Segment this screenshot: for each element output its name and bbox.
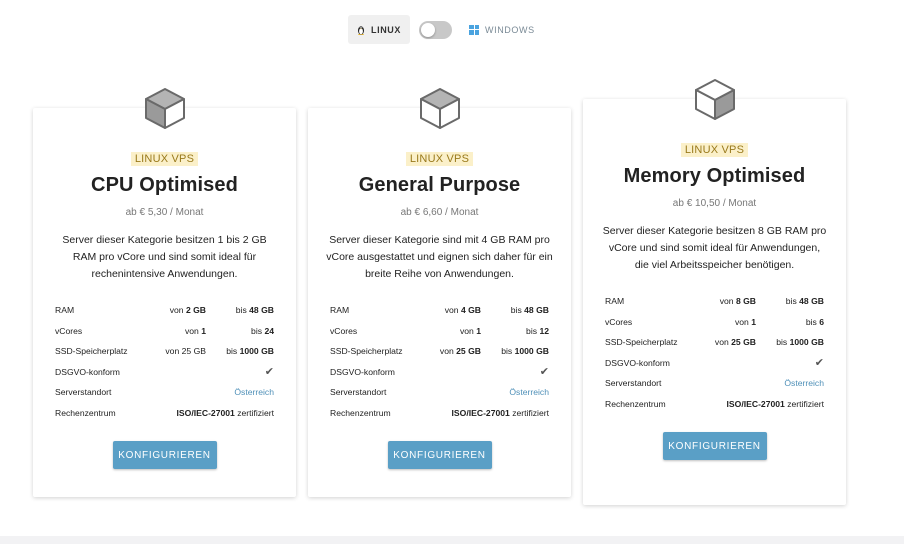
checkmark-icon: ✔ [264,366,274,379]
location-link[interactable]: Österreich [234,387,274,397]
plan-description: Server dieser Kategorie sind mit 4 GB RA… [326,234,553,280]
spec-from: von 1 [734,316,756,327]
spec-to: bis 1000 GB [776,337,824,348]
location-link[interactable]: Österreich [784,378,824,388]
spec-label: RAM [605,296,625,307]
spec-to: bis 1000 GB [226,346,274,357]
linux-label: LINUX [371,24,401,35]
spec-table: RAM von 4 GB bis 48 GB vCores von 1 bis … [330,300,549,423]
plan-card-cpu-optimised: LINUX VPS CPU Optimised ab € 5,30 / Mona… [33,88,296,497]
configure-button[interactable]: KONFIGURIEREN [112,441,217,469]
spec-from: von 25 GB [439,346,481,357]
plan-description: Server dieser Kategorie besitzen 8 GB RA… [602,225,827,271]
spec-label: vCores [55,325,83,336]
spec-row-ram: RAM von 4 GB bis 48 GB [330,300,549,321]
checkmark-icon: ✔ [539,366,549,379]
datacenter-value: ISO/IEC-27001 zertifiziert [451,407,549,418]
spec-to: bis 24 [251,325,274,336]
datacenter-value: ISO/IEC-27001 zertifiziert [726,398,824,409]
spec-row-datacenter: Rechenzentrum ISO/IEC-27001 zertifiziert [605,394,824,415]
linux-tux-icon [358,25,364,35]
datacenter-value: ISO/IEC-27001 zertifiziert [176,407,274,418]
plan-card-general-purpose: LINUX VPS General Purpose ab € 6,60 / Mo… [308,88,571,497]
plan-badge: LINUX VPS [130,152,199,166]
spec-label: Rechenzentrum [605,398,666,409]
spec-label: SSD-Speicherplatz [605,337,678,348]
spec-row-datacenter: Rechenzentrum ISO/IEC-27001 zertifiziert [55,403,274,424]
spec-row-vcores: vCores von 1 bis 24 [55,321,274,342]
spec-from: von 4 GB [444,305,481,316]
cube-icon [419,88,460,129]
spec-label: Serverstandort [605,378,662,389]
spec-row-vcores: vCores von 1 bis 6 [605,312,824,333]
plan-title: CPU Optimised [91,174,238,196]
spec-label: DSGVO-konform [330,366,395,377]
spec-from: von 25 GB [165,346,206,357]
cube-icon [144,88,185,129]
spec-from: von 8 GB [719,296,756,307]
plan-price: ab € 5,30 / Monat [125,207,204,218]
spec-to: bis 48 GB [785,296,824,307]
spec-row-location: Serverstandort Österreich [330,382,549,403]
spec-table: RAM von 2 GB bis 48 GB vCores von 1 bis … [55,300,274,423]
configure-button[interactable]: KONFIGURIEREN [387,441,492,469]
plan-badge: LINUX VPS [405,152,474,166]
os-option-linux[interactable]: LINUX [348,15,410,44]
spec-to: bis 1000 GB [501,346,549,357]
plan-badge: LINUX VPS [680,143,749,157]
spec-from: von 1 [459,325,481,336]
spec-row-vcores: vCores von 1 bis 12 [330,321,549,342]
spec-row-ssd: SSD-Speicherplatz von 25 GB bis 1000 GB [55,341,274,362]
spec-label: vCores [605,316,633,327]
spec-row-dsgvo: DSGVO-konform ✔ [55,362,274,383]
spec-table: RAM von 8 GB bis 48 GB vCores von 1 bis … [605,291,824,414]
spec-label: Rechenzentrum [55,407,116,418]
spec-label: RAM [55,305,75,316]
spec-to: bis 12 [526,325,549,336]
spec-row-datacenter: Rechenzentrum ISO/IEC-27001 zertifiziert [330,403,549,424]
checkmark-icon: ✔ [814,357,824,370]
plan-price: ab € 6,60 / Monat [400,207,479,218]
spec-label: RAM [330,305,350,316]
spec-row-location: Serverstandort Österreich [605,373,824,394]
spec-row-ram: RAM von 8 GB bis 48 GB [605,291,824,312]
os-option-windows[interactable]: WINDOWS [460,15,544,44]
plan-description: Server dieser Kategorie besitzen 1 bis 2… [62,234,267,280]
spec-row-ssd: SSD-Speicherplatz von 25 GB bis 1000 GB [330,341,549,362]
spec-to: bis 48 GB [510,305,549,316]
spec-label: vCores [330,325,358,336]
page-footer-band [0,536,904,544]
cube-icon [694,79,735,120]
spec-label: DSGVO-konform [55,366,120,377]
configure-button[interactable]: KONFIGURIEREN [662,432,767,460]
plan-card-memory-optimised: LINUX VPS Memory Optimised ab € 10,50 / … [583,79,846,505]
spec-label: SSD-Speicherplatz [55,346,128,357]
spec-from: von 25 GB [714,337,756,348]
plan-price: ab € 10,50 / Monat [672,198,757,209]
spec-from: von 2 GB [169,305,206,316]
spec-row-ssd: SSD-Speicherplatz von 25 GB bis 1000 GB [605,332,824,353]
spec-row-dsgvo: DSGVO-konform ✔ [330,362,549,383]
spec-label: DSGVO-konform [605,357,670,368]
toggle-knob [421,22,435,37]
plan-title: Memory Optimised [623,165,806,187]
spec-to: bis 48 GB [235,305,274,316]
spec-row-ram: RAM von 2 GB bis 48 GB [55,300,274,321]
spec-from: von 1 [184,325,206,336]
spec-label: Serverstandort [330,387,387,398]
windows-logo-icon [469,24,479,35]
spec-label: Serverstandort [55,387,112,398]
location-link[interactable]: Österreich [509,387,549,397]
spec-label: Rechenzentrum [330,407,391,418]
os-switch: LINUX WINDOWS [348,15,544,44]
spec-to: bis 6 [805,316,824,327]
os-toggle[interactable] [419,20,452,39]
spec-label: SSD-Speicherplatz [330,346,403,357]
windows-label: WINDOWS [485,24,535,35]
spec-row-location: Serverstandort Österreich [55,382,274,403]
plan-title: General Purpose [358,174,521,196]
spec-row-dsgvo: DSGVO-konform ✔ [605,353,824,374]
